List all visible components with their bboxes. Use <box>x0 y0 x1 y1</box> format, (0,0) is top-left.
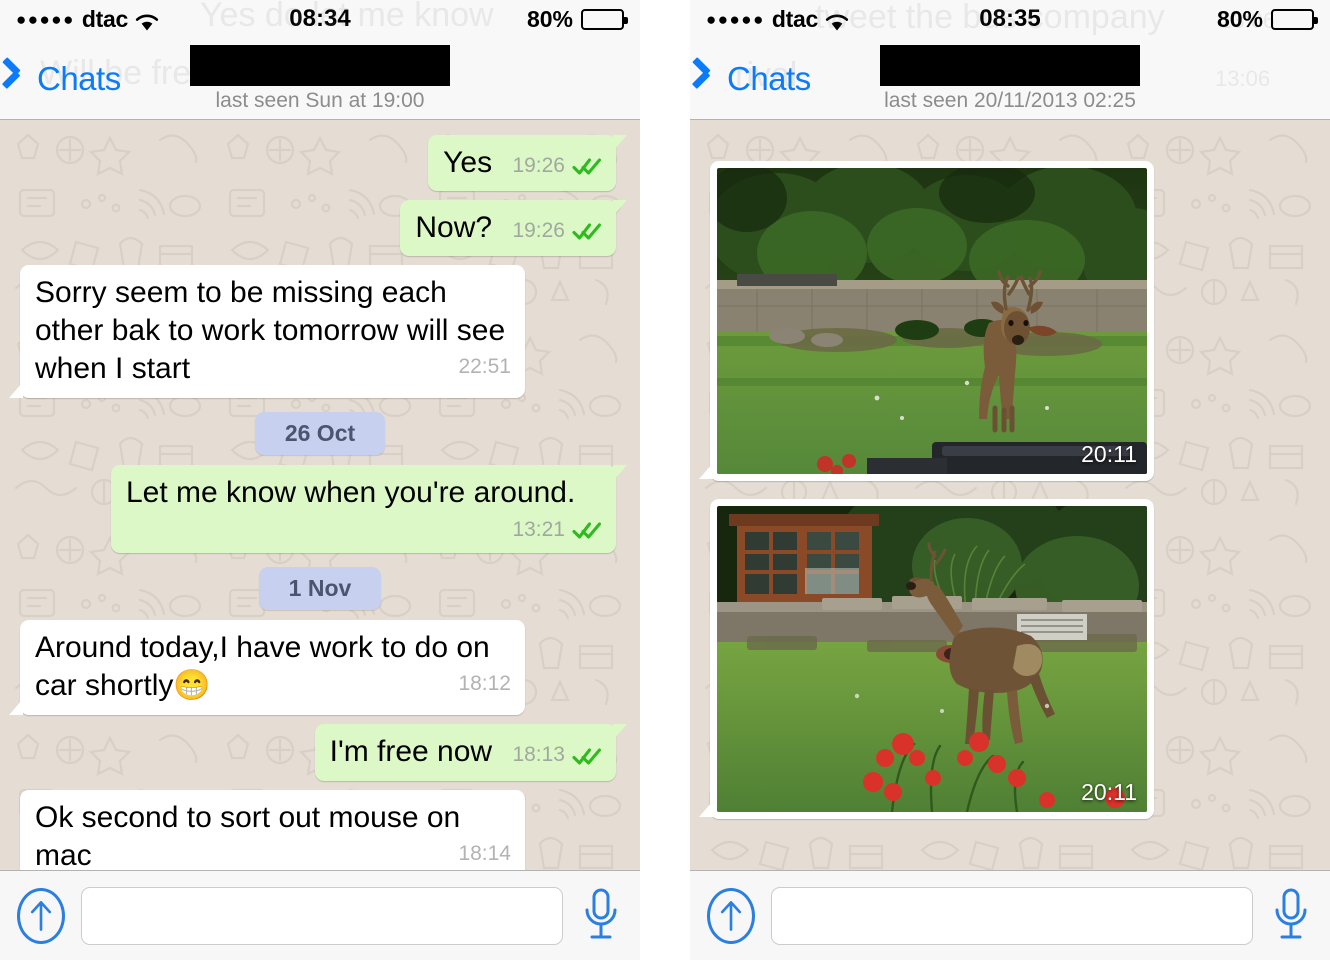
message-text: Around today,I have work to do on car sh… <box>35 631 490 703</box>
message-meta: 13:21 <box>512 517 602 544</box>
phone-screen-right: tweet the bus company 13:06 ●●●●● dtac 0… <box>690 0 1330 960</box>
conversation-scroll-area[interactable]: 20:11 20:11 <box>690 120 1330 870</box>
message-bubble-outgoing[interactable]: I'm free now 18:13 <box>314 724 628 781</box>
message-row: I'm free now 18:13 <box>8 724 632 781</box>
message-row: Around today,I have work to do on car sh… <box>8 620 632 716</box>
message-list: Yes 19:26 Now? 19:26 Sorry seem to be mi… <box>0 135 640 870</box>
double-check-icon <box>572 158 602 175</box>
panel-divider <box>640 0 690 960</box>
photo-attachment[interactable]: 20:11 <box>717 506 1147 812</box>
back-button-label: Chats <box>37 59 121 97</box>
message-text: Yes <box>443 146 493 179</box>
chevron-left-icon <box>16 64 33 94</box>
signal-strength-icon: ●●●●● <box>706 9 765 29</box>
double-check-icon <box>572 223 602 240</box>
date-separator-pill: 26 Oct <box>254 412 386 456</box>
message-text: I'm free now <box>329 735 493 769</box>
double-check-icon <box>572 522 602 539</box>
message-row: Ok second to sort out mouse on mac 18:14 <box>8 789 632 871</box>
photo-timestamp: 20:11 <box>1081 779 1137 805</box>
message-bubble-incoming[interactable]: Sorry seem to be missing each other bak … <box>9 265 525 399</box>
ghost-text-navbar-time: 13:06 <box>1215 66 1271 91</box>
message-row: Let me know when you're around. 13:21 <box>8 465 632 554</box>
message-input-bar <box>0 870 640 960</box>
status-bar-left: ●●●●● dtac <box>16 6 159 33</box>
double-check-icon <box>572 748 602 765</box>
microphone-icon[interactable] <box>579 886 623 946</box>
message-list: 20:11 20:11 <box>690 126 1330 819</box>
message-row: Sorry seem to be missing each other bak … <box>8 265 632 399</box>
battery-percent-label: 80% <box>1216 5 1263 32</box>
message-meta: 19:26 <box>512 153 602 180</box>
battery-icon <box>1271 8 1318 30</box>
conversation-scroll-area[interactable]: Yes 19:26 Now? 19:26 Sorry seem to be mi… <box>0 120 640 870</box>
message-bubble-photo[interactable]: 20:11 <box>699 499 1154 819</box>
message-row: Now? 19:26 <box>8 200 632 257</box>
navigation-bar: Will be fre Chats last seen Sun at 19:00 <box>0 38 640 120</box>
message-bubble-outgoing[interactable]: Let me know when you're around. 13:21 <box>111 465 627 554</box>
status-bar-right: 80% <box>1216 5 1318 33</box>
message-text: Ok second to sort out mouse on mac <box>35 800 461 871</box>
message-bubble-outgoing[interactable]: Yes 19:26 <box>428 135 627 192</box>
navigation-bar: rival 13:06 Chats last seen 20/11/2013 0… <box>690 38 1330 120</box>
status-bar: Yes do let me know ●●●●● dtac 08:34 80% <box>0 0 640 38</box>
carrier-label: dtac <box>771 5 818 32</box>
carrier-label: dtac <box>81 5 128 32</box>
message-bubble-outgoing[interactable]: Now? 19:26 <box>400 200 627 257</box>
contact-name-redaction-bar <box>880 44 1140 86</box>
message-input-bar <box>690 870 1330 960</box>
phone-screen-left: Yes do let me know ●●●●● dtac 08:34 80% … <box>0 0 640 960</box>
back-button-label: Chats <box>727 59 811 97</box>
status-bar-left: ●●●●● dtac <box>706 6 849 33</box>
date-separator-row: 26 Oct <box>8 412 632 456</box>
back-to-chats-button[interactable]: Chats <box>10 60 121 98</box>
last-seen-label: last seen 20/11/2013 02:25 <box>884 88 1136 112</box>
wifi-icon <box>825 10 849 30</box>
message-row: 20:11 <box>698 499 1322 819</box>
battery-icon <box>581 8 628 30</box>
message-input-field[interactable] <box>771 886 1253 945</box>
message-bubble-incoming[interactable]: Ok second to sort out mouse on mac 18:14 <box>9 789 525 871</box>
ghost-text-statusbar: Yes do let me know <box>200 0 494 34</box>
message-text: Now? <box>415 211 493 245</box>
message-row: 20:11 <box>698 161 1322 481</box>
contact-name-redaction-bar <box>190 44 450 86</box>
message-bubble-incoming[interactable]: Around today,I have work to do on car sh… <box>9 620 525 716</box>
status-bar-right: 80% <box>526 5 628 33</box>
message-meta: 18:12 <box>458 671 511 698</box>
photo-attachment[interactable]: 20:11 <box>717 168 1147 474</box>
message-meta: 18:14 <box>458 841 511 868</box>
up-arrow-circle-icon[interactable] <box>17 887 65 944</box>
message-timestamp: 19:26 <box>512 219 565 243</box>
message-timestamp: 18:13 <box>512 743 565 767</box>
microphone-icon[interactable] <box>1269 886 1313 946</box>
message-meta: 18:13 <box>512 742 602 769</box>
date-separator-pill: 1 Nov <box>258 567 382 611</box>
message-timestamp: 13:21 <box>512 517 565 541</box>
dual-screenshot-container: Yes do let me know ●●●●● dtac 08:34 80% … <box>0 0 1330 960</box>
message-timestamp: 18:12 <box>458 672 511 696</box>
signal-strength-icon: ●●●●● <box>16 9 75 29</box>
message-timestamp: 22:51 <box>458 355 511 379</box>
battery-percent-label: 80% <box>526 5 573 32</box>
back-to-chats-button[interactable]: Chats <box>700 60 811 98</box>
message-timestamp: 18:14 <box>458 841 511 865</box>
status-bar: tweet the bus company 13:06 ●●●●● dtac 0… <box>690 0 1330 38</box>
date-separator-row: 1 Nov <box>8 567 632 611</box>
message-input-field[interactable] <box>81 886 563 945</box>
message-text: Let me know when you're around. <box>126 476 576 510</box>
message-meta: 22:51 <box>458 354 511 381</box>
photo-timestamp: 20:11 <box>1081 441 1137 467</box>
wifi-icon <box>135 10 159 30</box>
last-seen-label: last seen Sun at 19:00 <box>215 88 425 112</box>
message-bubble-photo[interactable]: 20:11 <box>699 161 1154 481</box>
message-row: Yes 19:26 <box>8 135 632 192</box>
message-timestamp: 19:26 <box>512 154 565 177</box>
up-arrow-circle-icon[interactable] <box>707 887 755 944</box>
chevron-left-icon <box>706 64 723 94</box>
message-meta: 19:26 <box>512 218 602 245</box>
ghost-text-statusbar: tweet the bus company <box>815 0 1165 36</box>
message-text: Sorry seem to be missing each other bak … <box>35 276 506 386</box>
